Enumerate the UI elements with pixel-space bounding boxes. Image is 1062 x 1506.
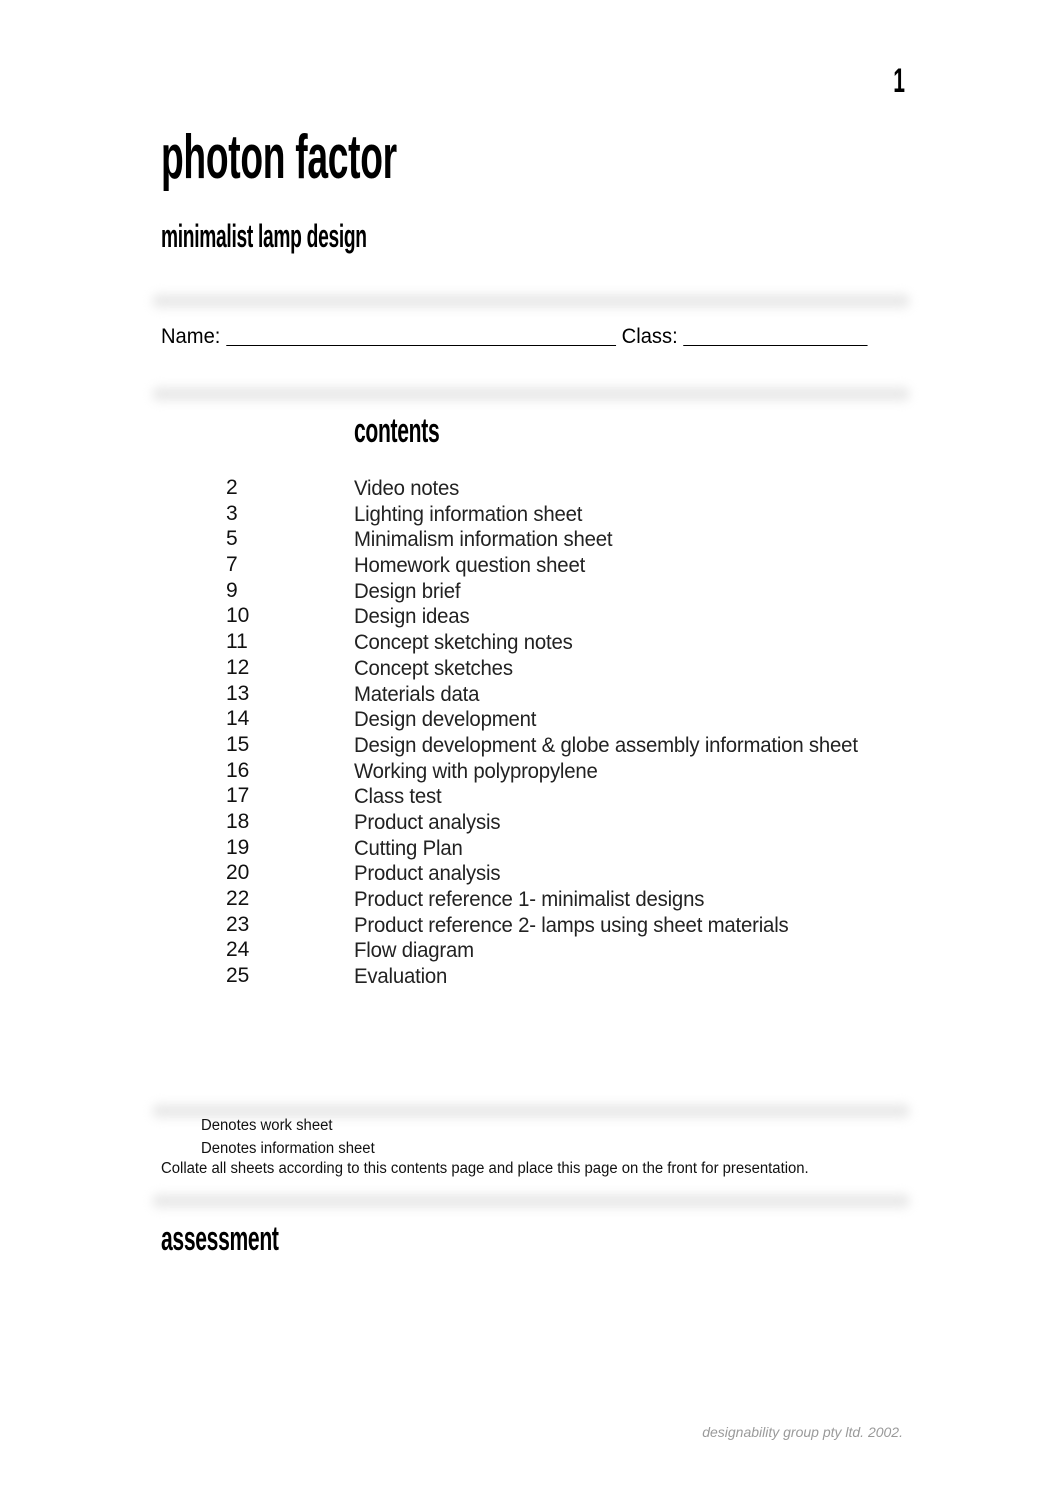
contents-page-number: 19: [226, 835, 250, 859]
contents-heading: contents: [354, 412, 440, 450]
contents-item: 24 Flow diagram: [0, 936, 1062, 962]
contents-page-number: 22: [226, 887, 250, 910]
divider: [152, 294, 910, 308]
contents-item: 25 Evaluation: [0, 962, 1062, 988]
contents-item: 2 Video notes: [0, 474, 1062, 500]
contents-page-number: 15: [226, 732, 250, 756]
contents-page-number: 12: [226, 655, 250, 679]
document-page: 1 photon factor minimalist lamp design N…: [0, 0, 1062, 1506]
contents-item: 20 Product analysis: [0, 859, 1062, 885]
contents-page-number: 14: [226, 707, 250, 731]
contents-page-number: 9: [226, 578, 238, 602]
contents-page-number: 25: [226, 964, 250, 988]
contents-page-number: 18: [226, 809, 250, 833]
legend-work-sheet: Denotes work sheet: [201, 1117, 333, 1134]
contents-item-label: Cutting Plan: [354, 836, 463, 860]
contents-item-label: Design ideas: [354, 605, 470, 629]
contents-item: 16 Working with polypropylene: [0, 757, 1062, 783]
divider: [152, 387, 910, 401]
contents-item: 14 Design development: [0, 705, 1062, 731]
contents-page-number: 24: [226, 938, 250, 962]
contents-item: 22 Product reference 1- minimalist design…: [0, 885, 1062, 911]
contents-item: 9 Design brief: [0, 577, 1062, 603]
contents-item: 23 Product reference 2- lamps using sheet…: [0, 911, 1062, 937]
contents-list: 2 Video notes 3 Lighting information sheet…: [0, 474, 1062, 988]
contents-item-label: Concept sketches: [354, 656, 513, 680]
contents-item-label: Minimalism information sheet: [354, 528, 613, 552]
contents-item: 17 Class test: [0, 782, 1062, 808]
contents-item-label: Product analysis: [354, 862, 501, 886]
contents-page-number: 2: [226, 476, 238, 499]
name-label: Name:: [161, 325, 221, 348]
contents-item-label: Product reference 1- minimalist designs: [354, 888, 705, 911]
contents-page-number: 17: [226, 784, 250, 808]
contents-item-label: Video notes: [354, 477, 460, 500]
contents-item: 12 Concept sketches: [0, 654, 1062, 680]
contents-page-number: 7: [226, 553, 238, 577]
contents-page-number: 10: [226, 604, 250, 628]
contents-item-label: Product reference 2- lamps using sheet m…: [354, 913, 789, 937]
contents-page-number: 3: [226, 501, 238, 525]
contents-item: 5 Minimalism information sheet: [0, 525, 1062, 551]
contents-item-label: Evaluation: [354, 965, 448, 989]
contents-page-number: 5: [226, 527, 238, 551]
class-label: Class:: [621, 325, 678, 348]
legend-information-sheet: Denotes information sheet: [201, 1140, 375, 1157]
contents-page-number: 23: [226, 912, 250, 936]
divider: [152, 1104, 910, 1118]
contents-item: 10 Design ideas: [0, 602, 1062, 628]
contents-item: 13 Materials data: [0, 680, 1062, 706]
document-subtitle: minimalist lamp design: [161, 218, 367, 254]
contents-item-label: Class test: [354, 785, 442, 809]
contents-item-label: Design development & globe assembly info…: [354, 733, 858, 757]
contents-item-label: Flow diagram: [354, 939, 474, 963]
contents-item: 7 Homework question sheet: [0, 551, 1062, 577]
contents-page-number: 16: [226, 758, 250, 782]
contents-item-label: Product analysis: [354, 810, 501, 834]
contents-item-label: Materials data: [354, 682, 480, 706]
contents-item-label: Lighting information sheet: [354, 502, 583, 526]
document-title: photon factor: [161, 123, 397, 192]
contents-item: 18 Product analysis: [0, 808, 1062, 834]
contents-item-label: Concept sketching notes: [354, 631, 573, 655]
contents-item: 19 Cutting Plan: [0, 834, 1062, 860]
contents-item: 15 Design development & globe assembly in…: [0, 731, 1062, 757]
student-details-row: Name: Class:: [161, 324, 868, 350]
class-field[interactable]: [683, 325, 868, 346]
contents-item: 3 Lighting information sheet: [0, 500, 1062, 526]
contents-item-label: Working with polypropylene: [354, 759, 598, 783]
contents-page-number: 13: [226, 681, 250, 705]
contents-page-number: 11: [226, 630, 248, 654]
contents-item: 11 Concept sketching notes: [0, 628, 1062, 654]
divider: [152, 1194, 910, 1208]
footer-credit: designability group pty ltd. 2002.: [702, 1424, 903, 1440]
contents-page-number: 20: [226, 861, 250, 885]
collate-instruction: Collate all sheets according to this con…: [161, 1160, 809, 1177]
page-number: 1: [893, 62, 905, 100]
contents-item-label: Design brief: [354, 579, 461, 603]
contents-item-label: Design development: [354, 708, 537, 732]
contents-item-label: Homework question sheet: [354, 554, 586, 578]
assessment-heading: assessment: [161, 1220, 279, 1258]
name-field[interactable]: [226, 325, 616, 346]
